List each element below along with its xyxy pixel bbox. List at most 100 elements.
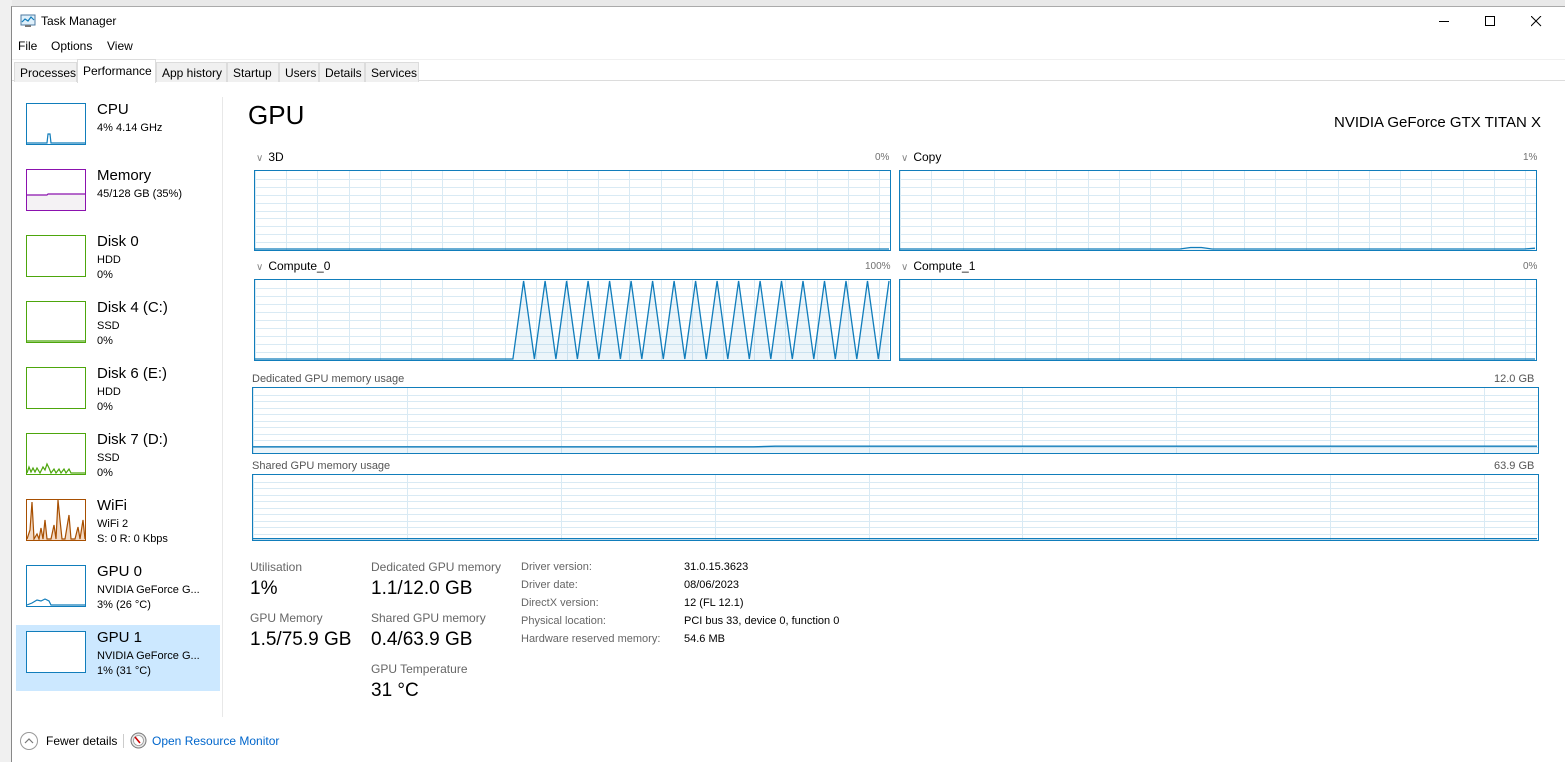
tab-startup[interactable]: Startup [227,62,279,82]
sidebar-thumbnail-graph [26,565,86,607]
utilisation-label: Utilisation [250,560,303,574]
footer-divider [123,734,124,748]
task-manager-window: Task Manager File Options View Processes… [11,6,1565,762]
sidebar-item-name: Memory [97,167,152,184]
sidebar-divider [222,97,223,717]
sparkline-area [27,194,85,210]
graph-canvas [253,475,1538,540]
sidebar-item-gpu-1[interactable]: GPU 1 NVIDIA GeForce G... 1% (31 °C) [16,625,220,691]
menu-options[interactable]: Options [51,39,92,53]
sidebar-item-wifi[interactable]: WiFi WiFi 2 S: 0 R: 0 Kbps [16,493,220,559]
sidebar-thumbnail-graph [26,433,86,475]
engine-percent: 0% [1523,261,1538,272]
sparkline-line [27,462,85,474]
driver-date-label: Driver date: [521,579,578,591]
sidebar-item-cpu[interactable]: CPU 4% 4.14 GHz [16,97,220,163]
sidebar-item-disk-7-d[interactable]: Disk 7 (D:) SSD 0% [16,427,220,493]
hardware-reserved-memory-value: 54.6 MB [684,633,725,645]
sidebar-item-detail: WiFi 2 [97,518,129,530]
sidebar-thumbnail-graph [26,367,86,409]
sidebar-item-status: S: 0 R: 0 Kbps [97,533,168,545]
chevron-down-icon: ∨ [901,153,909,164]
fewer-details-button[interactable] [20,732,38,750]
sparkline-line [27,598,85,606]
fewer-details-link[interactable]: Fewer details [46,734,117,748]
hardware-reserved-memory-label: Hardware reserved memory: [521,633,661,645]
graph-compute-0 [254,279,891,361]
maximize-button[interactable] [1467,7,1513,35]
sidebar-item-detail: NVIDIA GeForce G... [97,584,200,596]
directx-version-value: 12 (FL 12.1) [684,597,744,609]
sidebar-item-name: GPU 1 [97,629,143,646]
sidebar-thumbnail-graph [26,235,86,277]
sidebar-thumbnail-graph [26,301,86,343]
directx-version-label: DirectX version: [521,597,599,609]
task-manager-app-icon [20,14,36,27]
close-button[interactable] [1513,7,1559,35]
sidebar-item-disk-0[interactable]: Disk 0 HDD 0% [16,229,220,295]
gpu-memory-value: 1.5/75.9 GB [250,629,352,650]
graph-compute-1 [899,279,1537,361]
tab-processes[interactable]: Processes [14,62,77,82]
driver-version-label: Driver version: [521,561,592,573]
sidebar-item-status: 1% (31 °C) [97,665,151,677]
driver-version-value: 31.0.15.3623 [684,561,749,573]
utilisation-value: 1% [250,578,278,599]
tab-app-history[interactable]: App history [156,62,227,82]
engine-label: 3D [268,150,284,164]
sidebar-item-gpu-0[interactable]: GPU 0 NVIDIA GeForce G... 3% (26 °C) [16,559,220,625]
sidebar-item-name: CPU [97,101,129,118]
tab-users[interactable]: Users [279,62,319,82]
tab-performance[interactable]: Performance [77,59,156,83]
sidebar-thumbnail-graph [26,169,86,211]
menu-view[interactable]: View [107,39,133,53]
tab-details[interactable]: Details [319,62,365,82]
sidebar-item-detail: 45/128 GB (35%) [97,188,182,200]
sidebar-item-name: GPU 0 [97,563,143,580]
graph-shared-memory [252,474,1539,541]
close-icon [1530,15,1541,26]
engine-label: Compute_1 [913,259,976,273]
window-title: Task Manager [41,14,117,28]
engine-percent: 100% [865,261,891,272]
graph-canvas [900,171,1536,250]
sidebar-item-detail: HDD [97,254,121,266]
open-resource-monitor-link[interactable]: Open Resource Monitor [152,734,279,748]
gpu-temperature-value: 31 °C [371,680,419,701]
engine-selector-compute-0[interactable]: ∨ Compute_0 [256,259,330,273]
sidebar-item-disk-4-c[interactable]: Disk 4 (C:) SSD 0% [16,295,220,361]
dedicated-memory-label: Dedicated GPU memory [371,560,502,574]
tab-bar: Processes Performance App history Startu… [12,59,1565,83]
sidebar-item-memory[interactable]: Memory 45/128 GB (35%) [16,163,220,229]
sidebar-item-name: WiFi [97,497,127,514]
sidebar-item-disk-6-e[interactable]: Disk 6 (E:) HDD 0% [16,361,220,427]
chevron-down-icon: ∨ [256,153,264,164]
tab-services[interactable]: Services [365,62,419,82]
sidebar-item-detail: HDD [97,386,121,398]
dedicated-memory-chart-label: Dedicated GPU memory usage [252,373,405,385]
gpu-memory-label: GPU Memory [250,611,323,625]
sidebar-item-name: Disk 0 [97,233,139,250]
engine-selector-copy[interactable]: ∨ Copy [901,150,941,164]
resource-monitor-icon [130,732,147,749]
menu-bar: File Options View [12,35,1565,57]
engine-percent: 0% [875,152,890,163]
engine-percent: 1% [1523,152,1538,163]
sidebar-sparkline [27,340,85,342]
chevron-down-icon: ∨ [256,262,264,273]
sidebar-sparkline [27,236,85,276]
sidebar-item-detail: 4% 4.14 GHz [97,122,163,134]
minimize-button[interactable] [1421,7,1467,35]
minimize-icon [1438,20,1449,22]
graph-3d [254,170,891,251]
shared-memory-chart-label: Shared GPU memory usage [252,460,391,472]
menu-file[interactable]: File [18,39,37,53]
engine-selector-3d[interactable]: ∨ 3D [256,150,284,164]
physical-location-value: PCI bus 33, device 0, function 0 [684,615,840,627]
series-line [900,246,1536,250]
dedicated-memory-chart-max: 12.0 GB [1494,373,1535,385]
engine-selector-compute-1[interactable]: ∨ Compute_1 [901,259,975,273]
engine-label: Compute_0 [268,259,331,273]
sidebar-thumbnail-graph [26,631,86,673]
sidebar-item-status: 3% (26 °C) [97,599,151,611]
